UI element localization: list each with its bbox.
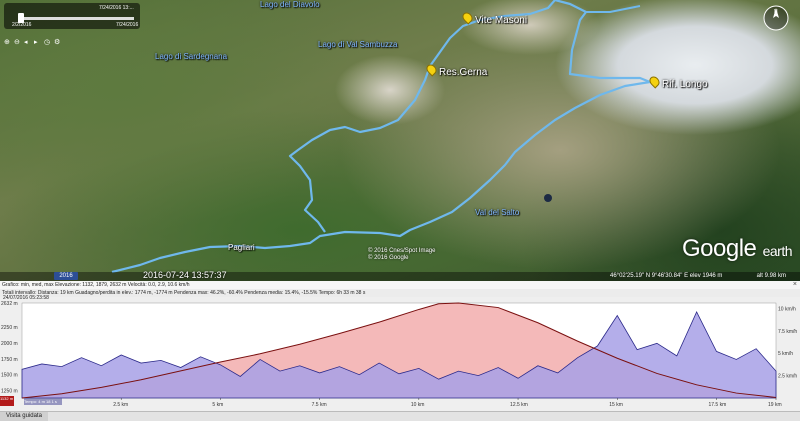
- placemark-res-gerna[interactable]: Res.Gerna: [424, 62, 488, 78]
- gps-route: [111, 0, 652, 274]
- zoom-in-icon[interactable]: ⊕: [4, 39, 12, 46]
- compass-icon[interactable]: N: [762, 4, 790, 32]
- y-tick-left: 2632 m: [1, 301, 18, 307]
- x-tick-label: 15 km: [609, 402, 623, 408]
- placemark-rif-longo[interactable]: Rif. Longo: [647, 74, 708, 90]
- x-tick-label: 12.5 km: [510, 402, 528, 408]
- settings-icon[interactable]: ⚙: [54, 39, 62, 46]
- imagery-datetime: 2016-07-24 13:57:37: [143, 270, 227, 280]
- x-tick-label: 5 km: [212, 402, 223, 408]
- label-valle: Val del Salto: [475, 208, 520, 217]
- google-earth-logo: Google earth: [682, 235, 792, 263]
- timeline-end-label: 7/24/2016 13:...: [99, 5, 134, 11]
- imagery-credits: © 2016 Cnes/Spot Image © 2016 Google: [368, 248, 435, 262]
- elevation-badge: 1132 m: [0, 396, 14, 406]
- play-icon[interactable]: ▸: [34, 39, 42, 46]
- close-profile-button[interactable]: ×: [793, 281, 797, 289]
- credit-line-1: © 2016 Cnes/Spot Image: [368, 248, 436, 254]
- y-tick-right: 10 km/h: [778, 306, 796, 312]
- historical-imagery-button[interactable]: 2016: [54, 272, 78, 280]
- placemark-label: Rif. Longo: [662, 79, 708, 90]
- y-tick-left: 2000 m: [1, 341, 18, 347]
- credit-line-2: © 2016 Google: [368, 255, 409, 261]
- status-bar: 46°02'25.19" N 9°46'30.84" E elev 1946 m…: [0, 272, 800, 281]
- time-slider[interactable]: 7/24/2016 13:... 2/2/2016 7/24/2016: [4, 3, 140, 29]
- x-tick-label: 2.5 km: [113, 402, 128, 408]
- eye-altitude: alt 9.98 km: [756, 273, 786, 279]
- x-tick-label: 7.5 km: [312, 402, 327, 408]
- elevation-chart[interactable]: 2632 m 2250 m 2000 m 1750 m 1500 m 1250 m 10 k…: [0, 301, 800, 411]
- pushpin-icon: [647, 74, 662, 89]
- y-tick-right: 2.5 km/h: [778, 374, 797, 380]
- cursor-info-box: Tempo: 4 m 18 1 s: [24, 398, 62, 405]
- map-view[interactable]: 7/24/2016 13:... 2/2/2016 7/24/2016 ⊕ ⊖ ◂ ▸…: [0, 0, 800, 281]
- label-lago-2: Lago di Sardegnana: [155, 52, 228, 61]
- coordinates-readout: 46°02'25.19" N 9°46'30.84" E elev 1946 m: [610, 273, 723, 279]
- profile-toolbar: Grafico: min, med, max Elevazione: 1132,…: [0, 281, 800, 289]
- placemark-label: Res.Gerna: [439, 67, 488, 78]
- timeline-end-small: 7/24/2016: [116, 22, 139, 28]
- svg-text:N: N: [774, 9, 778, 15]
- x-tick-label: 17.5 km: [708, 402, 726, 408]
- placemark-pagliari[interactable]: Pagliari: [228, 243, 255, 252]
- placemark-label: Pagliari: [228, 243, 255, 252]
- profile-stats: Totali intervallo: Distanza: 19 km Guada…: [0, 289, 800, 297]
- y-tick-left: 1500 m: [1, 373, 18, 379]
- x-tick-label: 10 km: [411, 402, 425, 408]
- y-tick-right: 5 km/h: [778, 351, 793, 357]
- lake-marker: [544, 194, 552, 202]
- y-tick-right: 7.5 km/h: [778, 329, 797, 335]
- slider-knob[interactable]: [18, 13, 24, 23]
- placemark-vite-masoni[interactable]: Vite Masoni: [460, 10, 528, 26]
- logo-main: Google: [682, 235, 757, 262]
- rewind-icon[interactable]: ◂: [24, 39, 32, 46]
- x-tick-label: 19 km: [768, 402, 782, 408]
- zoom-out-icon[interactable]: ⊖: [14, 39, 22, 46]
- clock-icon[interactable]: ◷: [44, 39, 52, 46]
- y-tick-left: 1250 m: [1, 389, 18, 395]
- nav-toolbar: ⊕ ⊖ ◂ ▸ ◷ ⚙: [4, 31, 84, 46]
- logo-sub: earth: [762, 243, 793, 259]
- elevation-profile-panel: Grafico: min, med, max Elevazione: 1132,…: [0, 281, 800, 420]
- label-lago-3: Lago di Val Sambuzza: [318, 40, 398, 49]
- y-tick-left: 2250 m: [1, 325, 18, 331]
- placemark-label: Vite Masoni: [475, 15, 528, 26]
- pushpin-icon: [460, 10, 475, 25]
- slider-track[interactable]: [22, 17, 134, 20]
- label-lago-1: Lago del Diavolo: [260, 0, 320, 9]
- pushpin-icon: [424, 62, 439, 77]
- y-tick-left: 1750 m: [1, 357, 18, 363]
- profile-graph-summary: Grafico: min, med, max Elevazione: 1132,…: [2, 282, 190, 288]
